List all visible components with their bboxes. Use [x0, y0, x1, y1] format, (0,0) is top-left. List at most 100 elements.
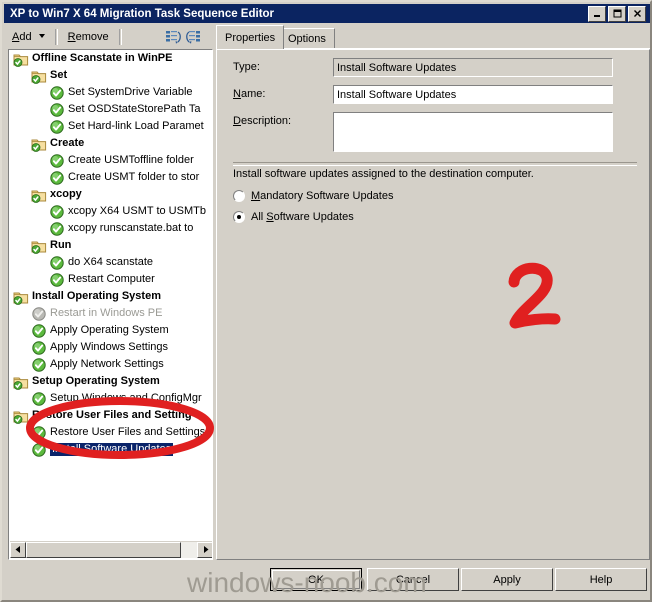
name-accel: N	[233, 88, 241, 100]
tree-item[interactable]: Run	[9, 237, 212, 254]
folder-check-icon	[31, 238, 47, 254]
chevron-down-icon[interactable]	[38, 34, 45, 38]
remove-button[interactable]: Remove	[62, 29, 115, 45]
radio-all-accel: S	[266, 211, 274, 223]
scroll-right-arrow-icon[interactable]	[197, 541, 212, 558]
tree-item-label: Set SystemDrive Variable	[68, 86, 193, 98]
tree-item-label: Create USMT folder to stor	[68, 171, 200, 183]
tree-item-label: Install Software Updates	[50, 443, 174, 456]
radio-all-label: All Software Updates	[251, 211, 354, 223]
tree-item-label: Restore User Files and Setting	[32, 409, 192, 421]
check-circle-icon	[31, 340, 47, 356]
name-input[interactable]: Install Software Updates	[333, 85, 613, 104]
tree-item[interactable]: xcopy X64 USMT to USMTb	[9, 203, 212, 220]
tree-item[interactable]: Create	[9, 135, 212, 152]
tree-item[interactable]: do X64 scanstate	[9, 254, 212, 271]
type-field-row: Type: Install Software Updates	[233, 58, 637, 77]
tree-item[interactable]: Set Hard-link Load Paramet	[9, 118, 212, 135]
tree-item-label: Restore User Files and Settings	[50, 426, 206, 438]
description-label-rest: escription:	[240, 115, 292, 127]
tree-item-label: Install Operating System	[32, 290, 161, 302]
maximize-button[interactable]	[608, 5, 626, 22]
apply-button-label: Apply	[493, 573, 521, 586]
check-circle-icon	[49, 85, 65, 101]
toolbar-separator-1	[54, 29, 58, 45]
check-circle-icon	[31, 442, 47, 458]
check-circle-disabled-icon	[31, 306, 47, 322]
tree-item-label: Restart in Windows PE	[50, 307, 163, 319]
watermark: windows-noob.com	[187, 567, 427, 598]
task-sequence-editor-window: XP to Win7 X 64 Migration Task Sequence …	[0, 0, 652, 602]
tree-item[interactable]: Offline Scanstate in WinPE	[9, 50, 212, 67]
scrollbar-thumb[interactable]	[26, 541, 181, 558]
tree-toolbar: Add Remove	[6, 25, 212, 49]
tree-item[interactable]: Apply Network Settings	[9, 356, 212, 373]
tab-properties-label: Properties	[225, 31, 276, 44]
description-input[interactable]	[333, 112, 613, 152]
tree-item[interactable]: Set SystemDrive Variable	[9, 84, 212, 101]
radio-mandatory-indicator[interactable]	[233, 190, 245, 202]
check-circle-icon	[31, 425, 47, 441]
scroll-left-arrow-icon[interactable]	[10, 541, 26, 558]
check-circle-icon	[49, 102, 65, 118]
name-field-row: Name: Install Software Updates	[233, 85, 637, 104]
tree-item[interactable]: Set	[9, 67, 212, 84]
tree-item-label: Setup Operating System	[32, 375, 160, 387]
check-circle-icon	[49, 255, 65, 271]
tree-item-label: Run	[50, 239, 72, 251]
tree-item[interactable]: Restore User Files and Settings	[9, 424, 212, 441]
tab-strip: Properties Options	[216, 25, 650, 49]
help-button[interactable]: Help	[555, 568, 647, 591]
radio-mandatory-accel: M	[251, 190, 261, 202]
tree-item[interactable]: Restart in Windows PE	[9, 305, 212, 322]
tree-item[interactable]: Install Operating System	[9, 288, 212, 305]
tree-item-label: Restart Computer	[68, 273, 155, 285]
tree-item[interactable]: Apply Operating System	[9, 322, 212, 339]
tree-item-label: Offline Scanstate in WinPE	[32, 52, 173, 64]
name-label-rest: ame:	[240, 88, 266, 100]
tree-item-selected[interactable]: Install Software Updates	[9, 441, 212, 458]
tree-item[interactable]: xcopy	[9, 186, 212, 203]
radio-mandatory-updates[interactable]: Mandatory Software Updates	[233, 190, 393, 202]
radio-all-label-rest: oftware Updates	[273, 211, 354, 223]
task-sequence-tree[interactable]: Offline Scanstate in WinPE Set Set SystemD…	[8, 49, 213, 560]
tree-item-label: xcopy	[50, 188, 82, 200]
check-circle-icon	[31, 391, 47, 407]
add-button-label-rest: dd	[19, 31, 32, 43]
minimize-button[interactable]	[588, 5, 606, 22]
tab-properties[interactable]: Properties	[216, 25, 285, 49]
add-button[interactable]: Add	[6, 29, 51, 45]
tree-item[interactable]: xcopy runscanstate.bat to	[9, 220, 212, 237]
tree-item[interactable]: Create USMT folder to stor	[9, 169, 212, 186]
tree-item-label: Set Hard-link Load Paramet	[68, 120, 204, 132]
check-circle-icon	[49, 170, 65, 186]
radio-all-indicator[interactable]	[233, 211, 245, 223]
tree-item[interactable]: Set OSDStateStorePath Ta	[9, 101, 212, 118]
apply-button[interactable]: Apply	[461, 568, 553, 591]
radio-mandatory-label: Mandatory Software Updates	[251, 190, 393, 202]
tree-horizontal-scrollbar[interactable]	[10, 541, 212, 558]
tree-item-label: xcopy runscanstate.bat to	[68, 222, 194, 234]
move-up-icon[interactable]	[164, 27, 184, 47]
tree-item[interactable]: Restore User Files and Setting	[9, 407, 212, 424]
tree-item-label: Create USMToffline folder	[68, 154, 194, 166]
move-down-icon[interactable]	[184, 27, 204, 47]
tree-item-label: Set OSDStateStorePath Ta	[68, 103, 201, 115]
radio-mandatory-label-rest: andatory Software Updates	[260, 190, 394, 202]
radio-all-updates[interactable]: All Software Updates	[233, 211, 354, 223]
tree-item[interactable]: Setup Operating System	[9, 373, 212, 390]
properties-panel: Type: Install Software Updates Name: Ins…	[216, 49, 650, 560]
tree-item[interactable]: Create USMToffline folder	[9, 152, 212, 169]
tree-item-label: Apply Windows Settings	[50, 341, 168, 353]
tree-item[interactable]: Setup Windows and ConfigMgr	[9, 390, 212, 407]
check-circle-icon	[31, 357, 47, 373]
tree-item[interactable]: Apply Windows Settings	[9, 339, 212, 356]
folder-check-icon	[31, 187, 47, 203]
close-button[interactable]	[628, 5, 646, 22]
scrollbar-track[interactable]	[26, 541, 197, 558]
tab-options[interactable]: Options	[279, 28, 335, 48]
tree-item[interactable]: Restart Computer	[9, 271, 212, 288]
description-accel: D	[233, 115, 241, 127]
tree-item-label: Setup Windows and ConfigMgr	[50, 392, 202, 404]
check-circle-icon	[49, 221, 65, 237]
